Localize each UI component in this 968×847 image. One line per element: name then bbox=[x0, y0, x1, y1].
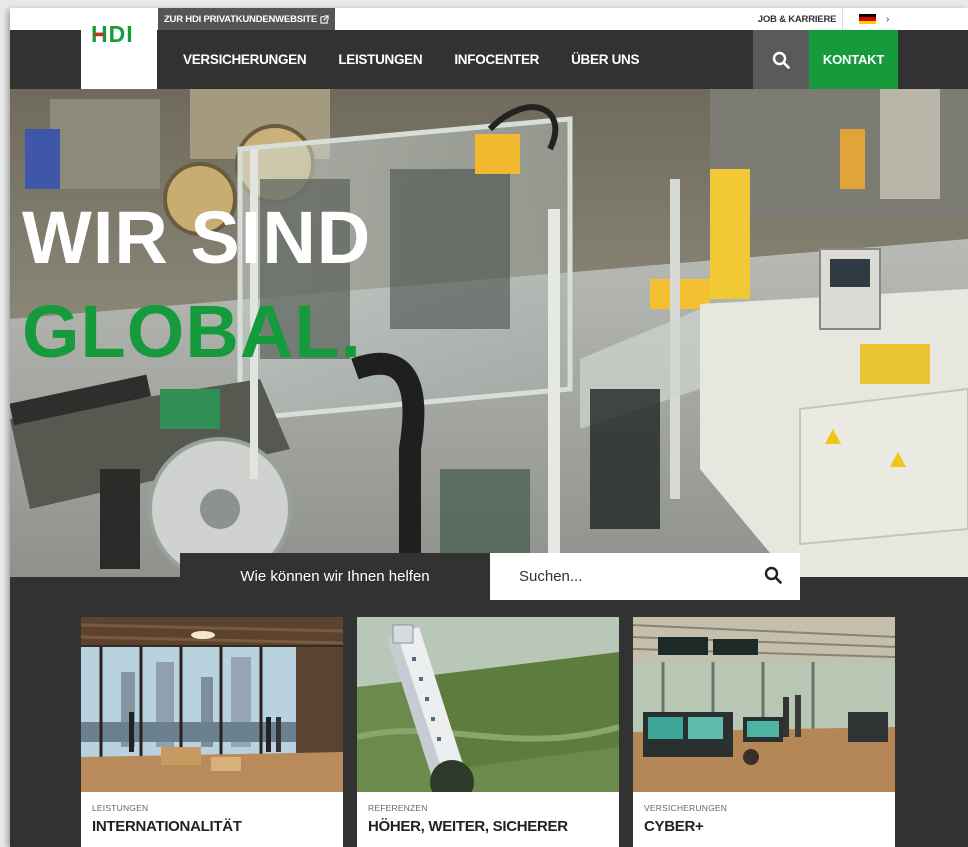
chevron-right-icon: › bbox=[886, 13, 890, 25]
search-icon bbox=[764, 566, 782, 584]
card-category: REFERENZEN bbox=[368, 803, 428, 813]
teaser-card-hoeher-weiter[interactable]: REFERENZEN HÖHER, WEITER, SICHERER bbox=[357, 617, 619, 847]
nav-item-infocenter[interactable]: INFOCENTER bbox=[454, 52, 539, 67]
german-flag-icon bbox=[859, 14, 876, 24]
language-selector[interactable]: › bbox=[842, 8, 904, 30]
card-image-control-room bbox=[633, 617, 895, 792]
card-title: CYBER+ bbox=[644, 818, 704, 835]
nav-item-ueber-uns[interactable]: ÜBER UNS bbox=[571, 52, 639, 67]
external-link-icon bbox=[320, 14, 329, 24]
job-karriere-link[interactable]: JOB & KARRIERE bbox=[755, 8, 839, 30]
card-image-office-skyline bbox=[81, 617, 343, 792]
hero-headline-line1: WIR SIND bbox=[22, 196, 372, 279]
hero-headline-line2: GLOBAL. bbox=[22, 290, 362, 373]
help-prompt-label: Wie können wir Ihnen helfen bbox=[180, 553, 490, 600]
site-search-box bbox=[490, 553, 800, 600]
card-title: INTERNATIONALITÄT bbox=[92, 818, 242, 835]
privatkunden-link[interactable]: ZUR HDI PRIVATKUNDENWEBSITE bbox=[158, 8, 335, 30]
search-icon bbox=[772, 51, 790, 69]
hdi-logo[interactable]: HDI bbox=[81, 8, 157, 89]
card-category: VERSICHERUNGEN bbox=[644, 803, 728, 813]
search-submit-button[interactable] bbox=[764, 566, 782, 589]
page-frame: ZUR HDI PRIVATKUNDENWEBSITE JOB & KARRIE… bbox=[10, 8, 968, 847]
nav-item-leistungen[interactable]: LEISTUNGEN bbox=[338, 52, 422, 67]
hero-banner: WIR SIND GLOBAL. bbox=[10, 89, 968, 577]
header-search-button[interactable] bbox=[753, 30, 809, 89]
site-search-input[interactable] bbox=[517, 567, 751, 586]
card-image-tower bbox=[357, 617, 619, 792]
nav-item-versicherungen[interactable]: VERSICHERUNGEN bbox=[183, 52, 307, 67]
card-category: LEISTUNGEN bbox=[92, 803, 149, 813]
card-title: HÖHER, WEITER, SICHERER bbox=[368, 818, 568, 835]
privatkunden-link-label: ZUR HDI PRIVATKUNDENWEBSITE bbox=[163, 13, 318, 25]
teaser-card-cyber[interactable]: VERSICHERUNGEN CYBER+ bbox=[633, 617, 895, 847]
contact-button[interactable]: KONTAKT bbox=[809, 30, 898, 89]
teaser-card-internationalitaet[interactable]: LEISTUNGEN INTERNATIONALITÄT bbox=[81, 617, 343, 847]
